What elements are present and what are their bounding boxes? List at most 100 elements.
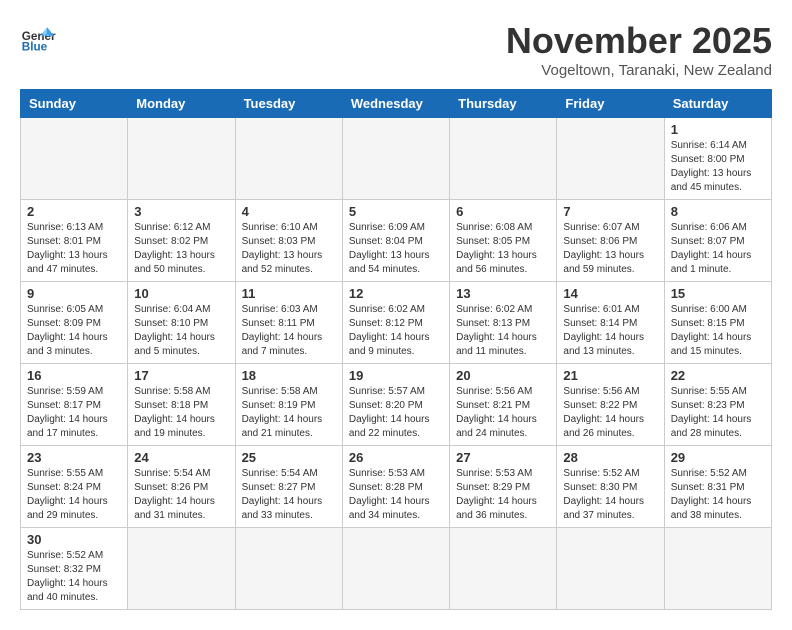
day-number: 12 [349,286,443,301]
calendar-cell [128,118,235,200]
day-info: Sunrise: 6:14 AM Sunset: 8:00 PM Dayligh… [671,139,765,195]
day-number: 17 [134,368,228,383]
day-number: 1 [671,122,765,137]
day-info: Sunrise: 5:56 AM Sunset: 8:21 PM Dayligh… [456,385,550,441]
calendar-cell: 1 Sunrise: 6:14 AM Sunset: 8:00 PM Daylig… [664,118,771,200]
calendar-cell: 25 Sunrise: 5:54 AM Sunset: 8:27 PM Dayli… [235,446,342,528]
calendar-cell [450,528,557,610]
calendar-cell [128,528,235,610]
page-header: General Blue November 2025 Vogeltown, Ta… [20,20,772,79]
calendar-cell: 13Sunrise: 6:02 AM Sunset: 8:13 PM Dayli… [450,282,557,364]
calendar-cell: 2Sunrise: 6:13 AM Sunset: 8:01 PM Daylig… [21,200,128,282]
day-number: 30 [27,532,121,547]
calendar-cell: 28 Sunrise: 5:52 AM Sunset: 8:30 PM Dayli… [557,446,664,528]
calendar-cell: 5 Sunrise: 6:09 AM Sunset: 8:04 PM Daylig… [342,200,449,282]
day-info: Sunrise: 6:00 AM Sunset: 8:15 PM Dayligh… [671,303,765,359]
day-number: 7 [563,204,657,219]
day-number: 2 [27,204,121,219]
calendar-week-6: 30 Sunrise: 5:52 AM Sunset: 8:32 PM Dayli… [21,528,772,610]
calendar-week-3: 9Sunrise: 6:05 AM Sunset: 8:09 PM Daylig… [21,282,772,364]
day-info: Sunrise: 6:12 AM Sunset: 8:02 PM Dayligh… [134,221,228,277]
day-number: 16 [27,368,121,383]
day-number: 26 [349,450,443,465]
calendar-cell [21,118,128,200]
day-number: 21 [563,368,657,383]
day-number: 27 [456,450,550,465]
day-number: 23 [27,450,121,465]
logo: General Blue [20,20,56,56]
day-header-monday: Monday [128,90,235,118]
day-info: Sunrise: 5:58 AM Sunset: 8:18 PM Dayligh… [134,385,228,441]
day-info: Sunrise: 5:52 AM Sunset: 8:32 PM Dayligh… [27,549,121,605]
calendar-week-5: 23Sunrise: 5:55 AM Sunset: 8:24 PM Dayli… [21,446,772,528]
calendar-cell [342,528,449,610]
day-number: 22 [671,368,765,383]
calendar-cell: 29Sunrise: 5:52 AM Sunset: 8:31 PM Dayli… [664,446,771,528]
calendar-cell: 11 Sunrise: 6:03 AM Sunset: 8:11 PM Dayli… [235,282,342,364]
calendar-cell: 22 Sunrise: 5:55 AM Sunset: 8:23 PM Dayli… [664,364,771,446]
day-header-saturday: Saturday [664,90,771,118]
month-title: November 2025 [506,20,772,62]
calendar-cell [664,528,771,610]
day-info: Sunrise: 6:03 AM Sunset: 8:11 PM Dayligh… [242,303,336,359]
day-number: 14 [563,286,657,301]
day-header-wednesday: Wednesday [342,90,449,118]
day-header-sunday: Sunday [21,90,128,118]
calendar-cell: 17 Sunrise: 5:58 AM Sunset: 8:18 PM Dayli… [128,364,235,446]
calendar-week-4: 16 Sunrise: 5:59 AM Sunset: 8:17 PM Dayli… [21,364,772,446]
day-number: 25 [242,450,336,465]
calendar-header-row: SundayMondayTuesdayWednesdayThursdayFrid… [21,90,772,118]
day-info: Sunrise: 5:55 AM Sunset: 8:23 PM Dayligh… [671,385,765,441]
calendar-cell: 27 Sunrise: 5:53 AM Sunset: 8:29 PM Dayli… [450,446,557,528]
day-header-tuesday: Tuesday [235,90,342,118]
day-number: 28 [563,450,657,465]
day-number: 29 [671,450,765,465]
calendar-cell [235,528,342,610]
day-number: 4 [242,204,336,219]
day-info: Sunrise: 5:53 AM Sunset: 8:28 PM Dayligh… [349,467,443,523]
calendar-cell: 23Sunrise: 5:55 AM Sunset: 8:24 PM Dayli… [21,446,128,528]
calendar-table: SundayMondayTuesdayWednesdayThursdayFrid… [20,89,772,610]
day-number: 9 [27,286,121,301]
logo-icon: General Blue [20,20,56,56]
calendar-cell: 16 Sunrise: 5:59 AM Sunset: 8:17 PM Dayli… [21,364,128,446]
day-number: 15 [671,286,765,301]
calendar-cell: 8 Sunrise: 6:06 AM Sunset: 8:07 PM Daylig… [664,200,771,282]
calendar-cell [450,118,557,200]
title-block: November 2025 Vogeltown, Taranaki, New Z… [506,20,772,79]
calendar-cell: 24Sunrise: 5:54 AM Sunset: 8:26 PM Dayli… [128,446,235,528]
day-info: Sunrise: 6:07 AM Sunset: 8:06 PM Dayligh… [563,221,657,277]
calendar-cell: 30 Sunrise: 5:52 AM Sunset: 8:32 PM Dayli… [21,528,128,610]
day-info: Sunrise: 6:04 AM Sunset: 8:10 PM Dayligh… [134,303,228,359]
calendar-cell: 14 Sunrise: 6:01 AM Sunset: 8:14 PM Dayli… [557,282,664,364]
calendar-cell: 6Sunrise: 6:08 AM Sunset: 8:05 PM Daylig… [450,200,557,282]
day-number: 5 [349,204,443,219]
day-number: 3 [134,204,228,219]
day-header-friday: Friday [557,90,664,118]
day-info: Sunrise: 5:59 AM Sunset: 8:17 PM Dayligh… [27,385,121,441]
calendar-cell: 7 Sunrise: 6:07 AM Sunset: 8:06 PM Daylig… [557,200,664,282]
day-info: Sunrise: 6:08 AM Sunset: 8:05 PM Dayligh… [456,221,550,277]
day-info: Sunrise: 5:53 AM Sunset: 8:29 PM Dayligh… [456,467,550,523]
day-info: Sunrise: 6:10 AM Sunset: 8:03 PM Dayligh… [242,221,336,277]
day-info: Sunrise: 6:02 AM Sunset: 8:13 PM Dayligh… [456,303,550,359]
calendar-cell [557,528,664,610]
day-header-thursday: Thursday [450,90,557,118]
day-number: 11 [242,286,336,301]
calendar-cell: 26 Sunrise: 5:53 AM Sunset: 8:28 PM Dayli… [342,446,449,528]
calendar-cell: 9Sunrise: 6:05 AM Sunset: 8:09 PM Daylig… [21,282,128,364]
day-info: Sunrise: 6:09 AM Sunset: 8:04 PM Dayligh… [349,221,443,277]
calendar-cell: 18Sunrise: 5:58 AM Sunset: 8:19 PM Dayli… [235,364,342,446]
day-number: 8 [671,204,765,219]
day-info: Sunrise: 6:02 AM Sunset: 8:12 PM Dayligh… [349,303,443,359]
calendar-cell: 3 Sunrise: 6:12 AM Sunset: 8:02 PM Daylig… [128,200,235,282]
calendar-week-2: 2Sunrise: 6:13 AM Sunset: 8:01 PM Daylig… [21,200,772,282]
day-info: Sunrise: 6:06 AM Sunset: 8:07 PM Dayligh… [671,221,765,277]
day-info: Sunrise: 5:52 AM Sunset: 8:30 PM Dayligh… [563,467,657,523]
calendar-week-1: 1 Sunrise: 6:14 AM Sunset: 8:00 PM Daylig… [21,118,772,200]
day-info: Sunrise: 6:01 AM Sunset: 8:14 PM Dayligh… [563,303,657,359]
day-number: 20 [456,368,550,383]
location: Vogeltown, Taranaki, New Zealand [506,62,772,79]
day-info: Sunrise: 5:54 AM Sunset: 8:26 PM Dayligh… [134,467,228,523]
day-info: Sunrise: 5:54 AM Sunset: 8:27 PM Dayligh… [242,467,336,523]
